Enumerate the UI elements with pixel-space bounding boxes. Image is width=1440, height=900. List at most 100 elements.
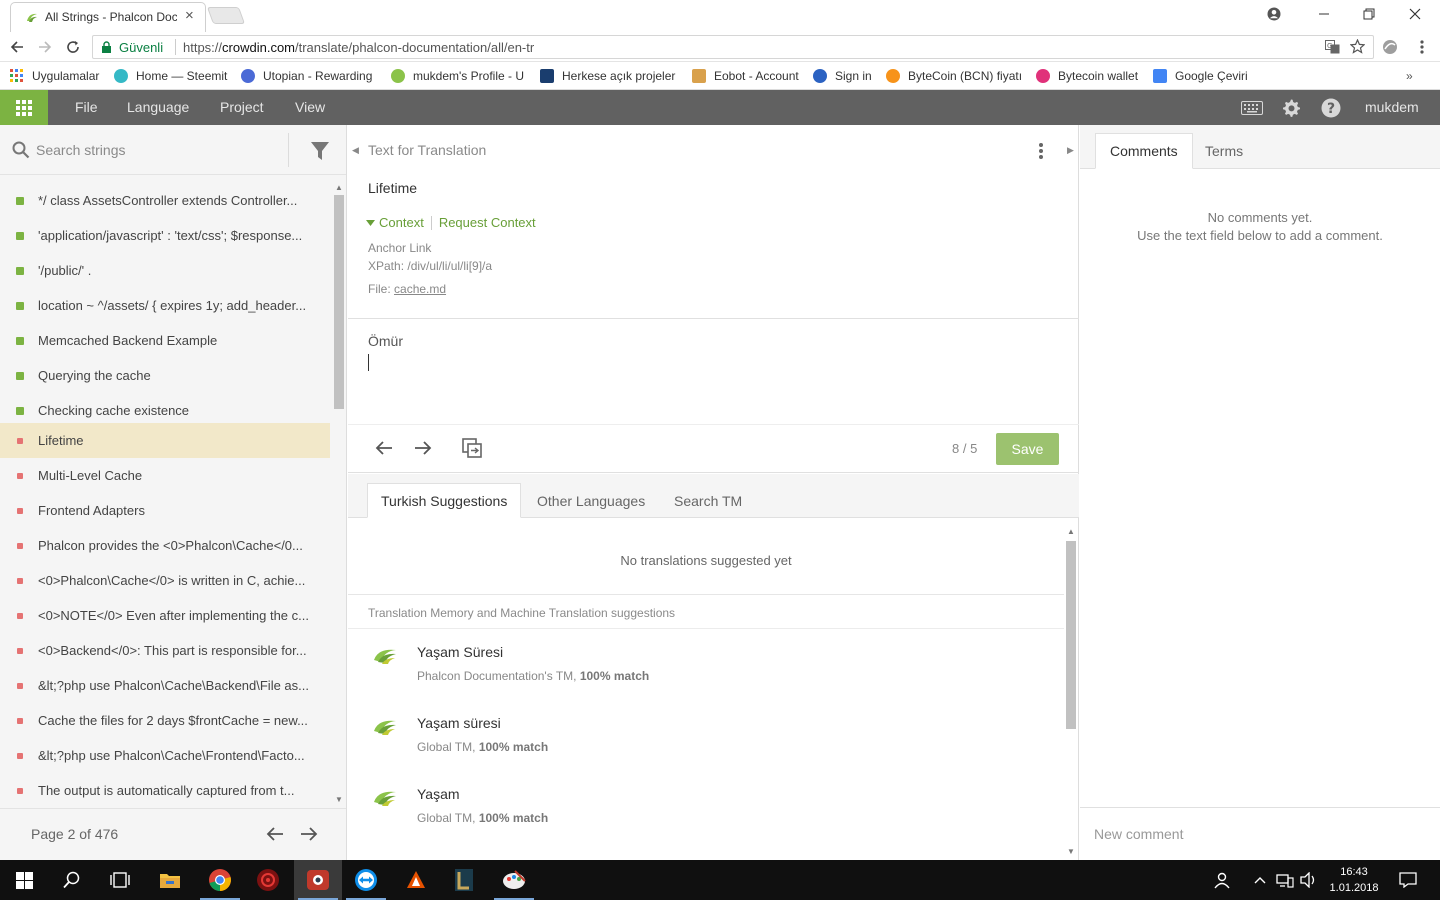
string-list-item[interactable]: location ~ ^/assets/ { expires 1y; add_h… [0,288,330,323]
string-list-item[interactable]: <0>Backend</0>: This part is responsible… [0,633,330,668]
tm-suggestion-item[interactable]: Yaşam Global TM, 100% match [348,772,1064,843]
task-view-icon[interactable] [96,860,144,900]
scrollbar-thumb[interactable] [1066,541,1076,729]
username-menu[interactable]: mukdem [1365,99,1419,115]
reload-icon[interactable] [63,37,83,57]
forward-arrow-icon[interactable] [35,37,55,57]
bookmark-crowdin-profile[interactable]: mukdem's Profile - U [391,68,527,84]
volume-icon[interactable] [1297,860,1321,900]
string-list-item[interactable]: <0>NOTE</0> Even after implementing the … [0,598,330,633]
tm-suggestion-item[interactable]: Yaşam süresi Global TM, 100% match [348,701,1064,772]
scroll-down-icon[interactable]: ▼ [335,795,343,804]
scrollbar-thumb[interactable] [334,195,344,409]
string-list-item[interactable]: Cache the files for 2 days $frontCache =… [0,703,330,738]
bookmark-steemit[interactable]: Home — Steemit [114,68,232,84]
string-list-item[interactable]: Multi-Level Cache [0,458,330,493]
collapse-right-panel-icon[interactable]: ▶ [1067,145,1074,156]
bookmark-sign-in[interactable]: Sign in [813,68,877,84]
more-bookmarks-icon[interactable]: » [1406,68,1420,84]
filter-funnel-icon[interactable] [310,141,330,161]
file-explorer-icon[interactable] [146,860,194,900]
search-strings-input[interactable] [36,139,276,161]
app-grid-button[interactable] [0,90,48,125]
close-tab-icon[interactable]: × [185,7,194,24]
taskbar-search-icon[interactable] [48,860,96,900]
tab-other-languages[interactable]: Other Languages [524,483,658,518]
keyboard-icon[interactable] [1241,101,1263,115]
string-list-item[interactable]: Frontend Adapters [0,493,330,528]
menu-language[interactable]: Language [127,99,189,115]
string-list-item[interactable]: <0>Phalcon\Cache</0> is written in C, ac… [0,563,330,598]
bookmark-transifex[interactable]: Herkese açık projeler [540,68,678,84]
more-options-icon[interactable] [1038,142,1044,160]
minimize-icon[interactable] [1312,4,1336,24]
collapse-left-panel-icon[interactable]: ◀ [352,145,359,156]
profile-icon[interactable] [1262,4,1286,24]
chrome-menu-icon[interactable] [1412,37,1432,57]
menu-project[interactable]: Project [220,99,264,115]
app-paint-taskbar-icon[interactable] [490,860,538,900]
string-list-item[interactable]: 'application/javascript' : 'text/css'; $… [0,218,330,253]
people-icon[interactable] [1201,860,1243,900]
tab-comments[interactable]: Comments [1095,133,1193,169]
suggestions-scrollbar[interactable]: ▲ ▼ [1064,527,1078,860]
string-list-item[interactable]: Querying the cache [0,358,330,393]
next-string-arrow-icon[interactable] [414,440,432,456]
scroll-up-icon[interactable]: ▲ [1067,527,1075,536]
settings-gear-icon[interactable] [1281,98,1301,118]
caret-down-icon[interactable] [366,219,375,226]
new-tab-button[interactable] [206,7,246,24]
bookmark-star-icon[interactable] [1350,39,1365,54]
string-list-item-selected[interactable]: Lifetime [0,423,330,458]
scroll-down-icon[interactable]: ▼ [1067,847,1075,856]
app-media-taskbar-icon[interactable] [294,860,342,900]
translate-page-icon[interactable]: G [1325,40,1340,54]
copy-source-icon[interactable] [462,438,482,458]
new-comment-input[interactable] [1094,823,1424,845]
bookmark-apps[interactable]: Uygulamalar [10,68,110,84]
app-red-taskbar-icon[interactable] [244,860,292,900]
app-orange-taskbar-icon[interactable] [392,860,440,900]
translation-text[interactable]: Ömür [368,333,403,349]
menu-file[interactable]: File [75,99,98,115]
help-icon[interactable]: ? [1321,98,1341,118]
string-list-item[interactable]: Phalcon provides the <0>Phalcon\Cache</0… [0,528,330,563]
string-list-item[interactable]: &lt;?php use Phalcon\Cache\Backend\File … [0,668,330,703]
string-list-item[interactable]: '/public/' . [0,253,330,288]
next-page-arrow-icon[interactable] [300,826,318,842]
tray-chevron-icon[interactable] [1249,860,1271,900]
strings-scrollbar[interactable]: ▲ ▼ [332,181,345,807]
app-game-taskbar-icon[interactable] [440,860,488,900]
restore-icon[interactable] [1357,4,1381,24]
menu-view[interactable]: View [295,99,325,115]
context-toggle[interactable]: Context [379,215,424,230]
string-list-item[interactable]: The output is automatically captured fro… [0,773,330,808]
browser-tab-active[interactable]: All Strings - Phalcon Doc × [10,2,206,32]
tab-terms[interactable]: Terms [1191,133,1257,169]
tab-search-tm[interactable]: Search TM [661,483,755,518]
string-list-item[interactable]: Memcached Backend Example [0,323,330,358]
address-bar[interactable]: Güvenli https://crowdin.com/translate/ph… [92,35,1374,59]
tab-turkish-suggestions[interactable]: Turkish Suggestions [367,483,522,518]
bookmark-eobot[interactable]: Eobot - Account [692,68,804,84]
save-button[interactable]: Save [996,433,1059,465]
translation-editor[interactable]: Ömür [348,320,1079,424]
system-clock[interactable]: 16:43 1.01.2018 [1326,864,1382,896]
tm-suggestion-item[interactable]: Yaşam Süresi Phalcon Documentation's TM,… [348,630,1064,701]
string-list-item[interactable]: &lt;?php use Phalcon\Cache\Frontend\Fact… [0,738,330,773]
back-arrow-icon[interactable] [7,37,27,57]
teamviewer-taskbar-icon[interactable] [342,860,390,900]
windows-start-icon[interactable] [0,860,48,900]
chrome-taskbar-icon[interactable] [196,860,244,900]
scroll-up-icon[interactable]: ▲ [335,183,343,192]
string-list-item[interactable]: */ class AssetsController extends Contro… [0,183,330,218]
file-link[interactable]: cache.md [394,282,446,296]
prev-page-arrow-icon[interactable] [266,826,284,842]
network-icon[interactable] [1273,860,1297,900]
bookmark-bytecoin-wallet[interactable]: Bytecoin wallet [1036,68,1144,84]
bookmark-google-translate[interactable]: Google Çeviri [1153,68,1253,84]
extension-icon[interactable] [1380,37,1400,57]
bookmark-bytecoin-price[interactable]: ByteCoin (BCN) fiyatı [886,68,1022,84]
previous-string-arrow-icon[interactable] [375,440,393,456]
notifications-icon[interactable] [1388,860,1428,900]
